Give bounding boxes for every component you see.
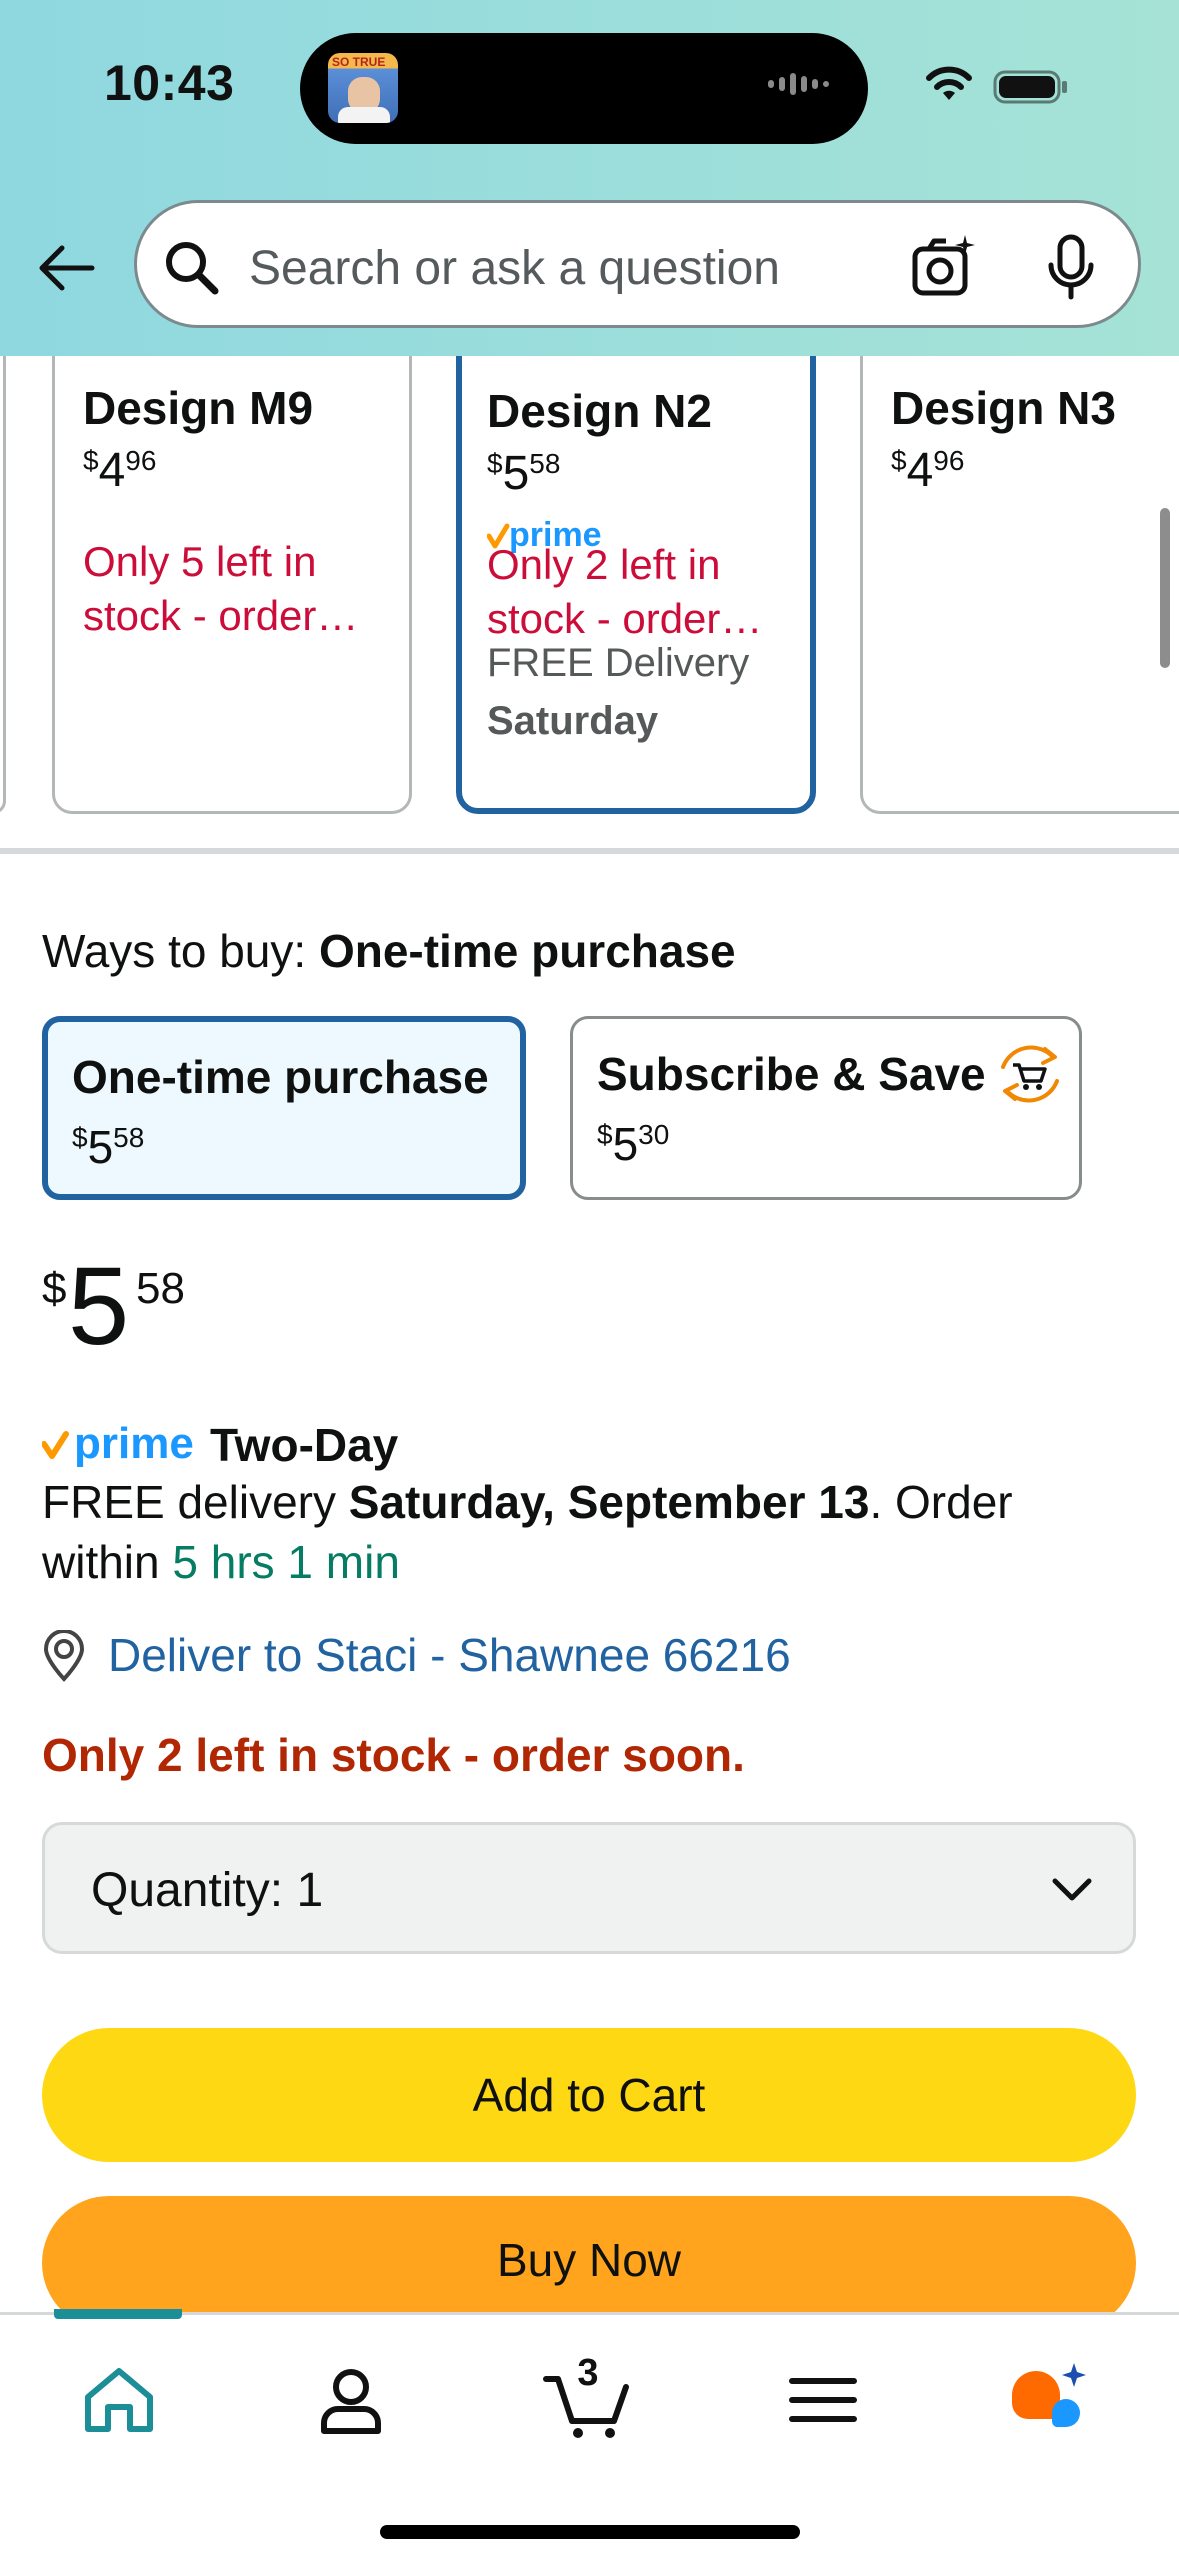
app-header: 10:43 SO TRUE Search or ask a question [0, 0, 1179, 356]
option-price: $558 [72, 1121, 145, 1173]
quantity-dropdown[interactable]: Quantity: 1 [42, 1822, 1136, 1954]
scroll-indicator[interactable] [1160, 508, 1170, 668]
deliver-to-link[interactable]: Deliver to Staci - Shawnee 66216 [108, 1628, 791, 1682]
one-time-purchase-option[interactable]: One-time purchase $558 [42, 1016, 526, 1200]
delivery-estimate: FREE delivery Saturday, September 13. Or… [42, 1476, 1013, 1588]
add-to-cart-button[interactable]: Add to Cart [42, 2028, 1136, 2162]
menu-icon[interactable] [778, 2355, 868, 2445]
variant-card-design-m9[interactable]: Design M9 $496 Only 5 left in stock - ord… [52, 356, 412, 814]
delivery-speed: Two-Day [210, 1419, 399, 1471]
subscribe-cart-icon [1001, 1045, 1059, 1103]
subscribe-and-save-option[interactable]: Subscribe & Save $530 [570, 1016, 1082, 1200]
variant-price: $558 [487, 447, 561, 500]
quantity-label: Quantity: 1 [91, 1864, 324, 1917]
dynamic-island[interactable]: SO TRUE [300, 33, 868, 144]
svg-text:3: 3 [577, 2352, 598, 2394]
variant-price: $496 [83, 444, 157, 497]
svg-text:prime: prime [74, 1419, 194, 1468]
buy-now-button[interactable]: Buy Now [42, 2196, 1136, 2330]
search-input[interactable]: Search or ask a question [134, 200, 1141, 328]
camera-icon[interactable] [909, 231, 979, 301]
home-indicator[interactable] [380, 2525, 800, 2539]
now-playing-thumbnail: SO TRUE [328, 53, 398, 123]
battery-icon [993, 70, 1067, 104]
option-title: Subscribe & Save [597, 1048, 986, 1100]
search-placeholder: Search or ask a question [249, 242, 780, 295]
variant-name: Design N2 [487, 385, 712, 437]
back-arrow-icon[interactable] [34, 236, 98, 300]
variant-card-design-n2[interactable]: Design N2 $558 prime Only 2 left in stock… [456, 356, 816, 814]
variant-carousel[interactable]: Design M9 $496 Only 5 left in stock - ord… [0, 356, 1179, 856]
option-title: One-time purchase [72, 1051, 489, 1103]
variant-stock: Only 2 left in stock - order… [487, 541, 763, 642]
status-time: 10:43 [104, 55, 235, 111]
account-icon[interactable] [306, 2355, 396, 2445]
home-icon[interactable] [74, 2355, 164, 2445]
stock-warning: Only 2 left in stock - order soon. [42, 1729, 745, 1781]
nav-active-indicator [54, 2309, 182, 2319]
chevron-down-icon [1052, 1878, 1092, 1901]
rufus-assistant-icon[interactable] [1004, 2355, 1094, 2445]
variant-card-design-n3[interactable]: Design N3 $496 [860, 356, 1179, 814]
prime-logo-icon: prime [42, 1419, 194, 1468]
section-divider [0, 848, 1179, 854]
variant-name: Design N3 [891, 382, 1116, 434]
search-icon [166, 242, 219, 295]
option-price: $530 [597, 1118, 670, 1170]
location-pin-icon [43, 1630, 85, 1682]
variant-name: Design M9 [83, 382, 314, 434]
wifi-icon [926, 66, 972, 100]
bottom-navigation: 3 [0, 2309, 1179, 2556]
ways-to-buy-label: Ways to buy: One-time purchase [42, 925, 736, 977]
audio-wave-icon [768, 73, 838, 103]
order-countdown: 5 hrs 1 min [172, 1536, 400, 1588]
cart-icon[interactable]: 3 [540, 2343, 640, 2443]
variant-card-partial[interactable] [0, 356, 6, 814]
microphone-icon[interactable] [1041, 233, 1101, 303]
variant-price: $496 [891, 444, 965, 497]
variant-delivery: FREE Delivery Saturday [487, 641, 750, 743]
variant-stock: Only 5 left in stock - order… [83, 538, 359, 639]
island-tag: SO TRUE [332, 55, 386, 69]
